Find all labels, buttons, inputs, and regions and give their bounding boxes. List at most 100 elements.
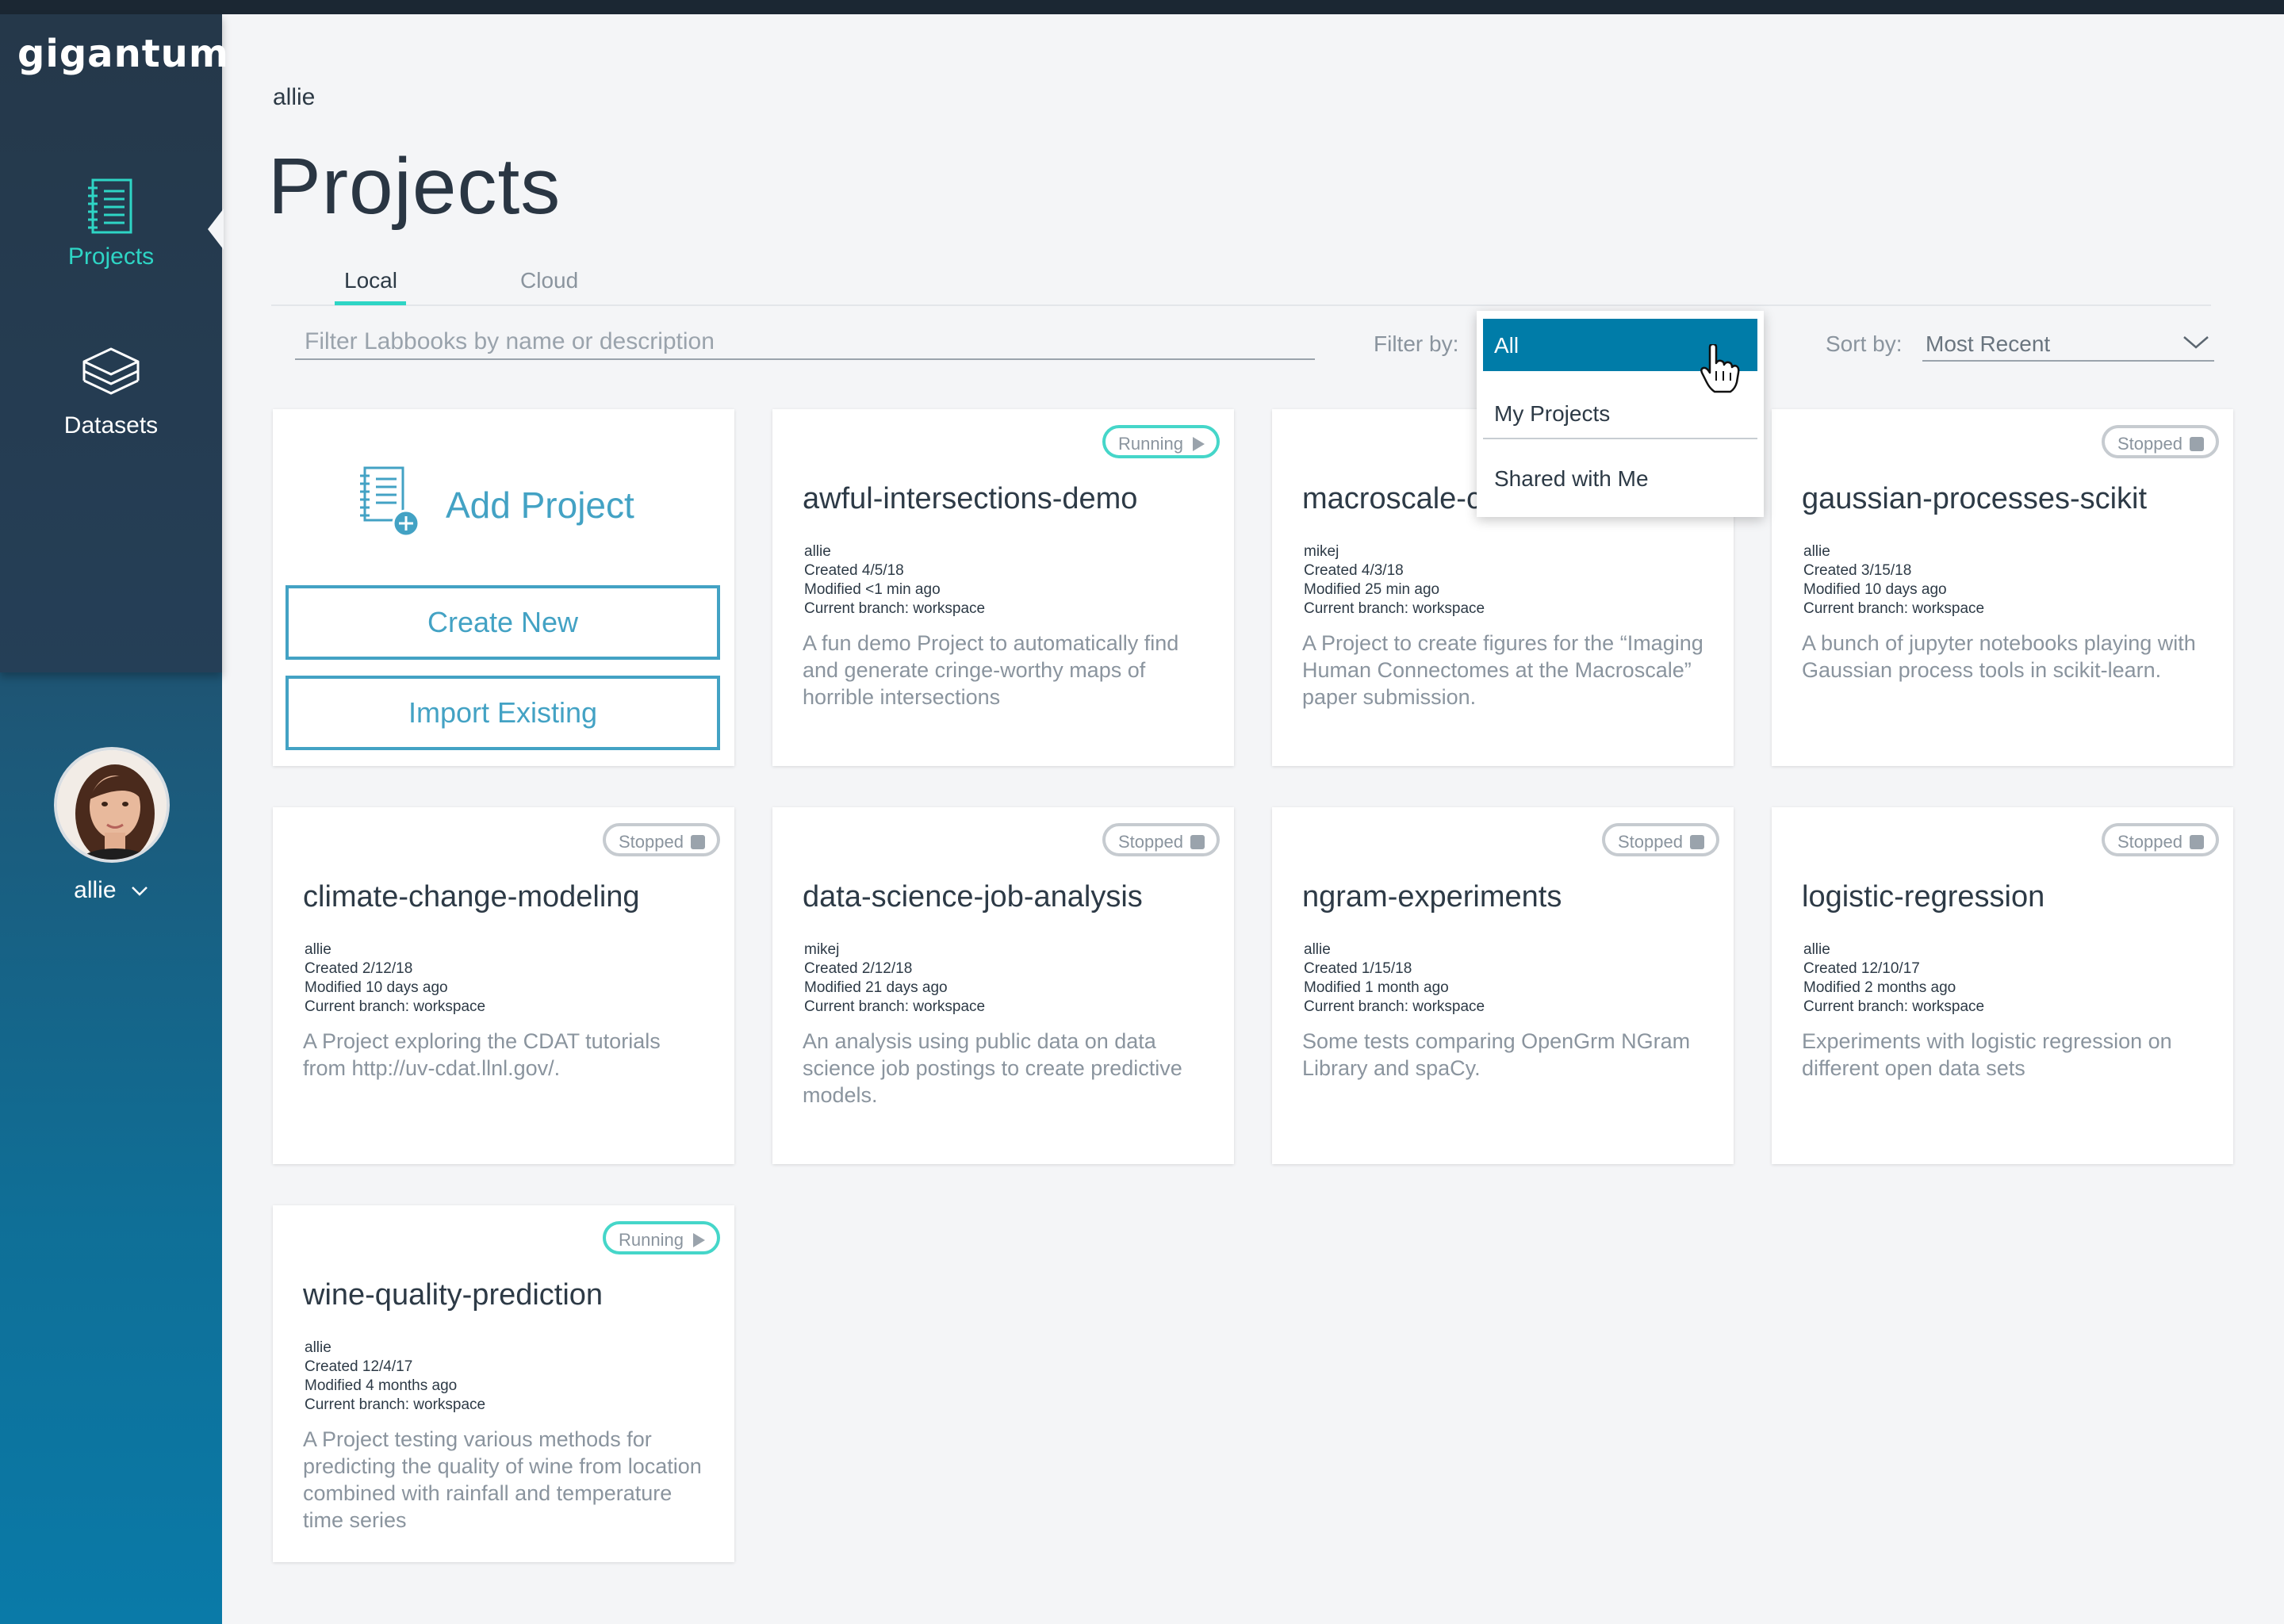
status-toggle[interactable]: Stopped [603,823,720,856]
sort-select[interactable]: Most Recent [1922,327,2214,362]
project-created: Created 4/5/18 [804,562,904,579]
project-created: Created 1/15/18 [1304,960,1412,977]
project-branch: Current branch: workspace [804,998,986,1015]
project-card[interactable]: Running awful-intersections-demo allie Crea… [772,409,1234,766]
status-toggle[interactable]: Stopped [2102,425,2219,458]
project-branch: Current branch: workspace [305,998,486,1015]
status-toggle[interactable]: Stopped [2102,823,2219,856]
page-title: Projects [268,142,561,231]
project-card[interactable]: Running wine-quality-prediction allie Creat… [273,1205,734,1562]
project-meta: mikej Created 2/12/18 Modified 21 days ago… [804,940,985,1017]
project-description: A bunch of jupyter notebooks playing wit… [1802,631,2196,682]
tab-local[interactable]: Local [344,268,397,293]
filter-option-my-projects[interactable]: My Projects [1483,387,1757,439]
project-created: Created 12/4/17 [305,1358,413,1375]
project-branch: Current branch: workspace [305,1396,486,1413]
breadcrumb-username: allie [273,84,316,110]
status-toggle[interactable]: Running [603,1221,720,1254]
project-title[interactable]: wine-quality-prediction [303,1278,603,1312]
project-owner: allie [1803,543,1830,560]
project-branch: Current branch: workspace [1304,998,1485,1015]
play-icon [1193,437,1205,451]
project-modified: Modified 21 days ago [804,979,948,996]
project-created: Created 3/15/18 [1803,562,1912,579]
tab-cloud[interactable]: Cloud [520,268,578,293]
chevron-down-icon [2183,336,2209,349]
project-owner: allie [305,941,331,958]
hand-pointer-cursor-icon [1700,344,1740,393]
project-card[interactable]: Stopped data-science-job-analysis mikej Cre… [772,807,1234,1164]
add-notebook-icon [360,466,420,538]
project-meta: allie Created 2/12/18 Modified 10 days ago… [305,940,485,1017]
status-label: Stopped [2117,832,2182,852]
project-title[interactable]: ngram-experiments [1302,880,1562,914]
user-avatar-image [57,750,167,860]
project-title[interactable]: logistic-regression [1802,880,2044,914]
status-toggle[interactable]: Running [1102,425,1220,458]
project-description: A fun demo Project to automatically find… [803,631,1179,709]
project-description: A Project to create figures for the “Ima… [1302,631,1703,709]
status-label: Stopped [1618,832,1683,852]
project-description: A Project exploring the CDAT tutorials f… [303,1029,661,1080]
status-label: Running [1118,434,1183,454]
chevron-down-icon [131,887,148,896]
project-branch: Current branch: workspace [804,600,986,617]
project-card[interactable]: Stopped logistic-regression allie Created 1… [1772,807,2233,1164]
project-title[interactable]: macroscale-c [1302,482,1481,516]
stop-icon [691,835,705,849]
project-modified: Modified 10 days ago [305,979,448,996]
project-description: Experiments with logistic regression on … [1802,1029,2172,1080]
status-label: Stopped [2117,434,2182,454]
status-toggle[interactable]: Stopped [1102,823,1220,856]
app-logo: gigantum [17,32,229,76]
project-owner: allie [1803,941,1830,958]
project-created: Created 4/3/18 [1304,562,1404,579]
filter-dropdown-menu: All My Projects Shared with Me [1477,311,1764,517]
project-title[interactable]: awful-intersections-demo [803,482,1137,516]
project-modified: Modified 25 min ago [1304,581,1440,598]
play-icon [693,1233,705,1247]
project-owner: allie [1304,941,1331,958]
project-modified: Modified 1 month ago [1304,979,1449,996]
status-toggle[interactable]: Stopped [1602,823,1719,856]
project-modified: Modified <1 min ago [804,581,941,598]
sort-value: Most Recent [1926,331,2051,356]
sidebar-item-label: Projects [67,243,155,270]
sort-label: Sort by: [1826,331,1903,356]
sidebar-item-projects[interactable]: Projects [0,177,222,270]
user-name: allie [74,877,117,903]
tab-bar: Local Cloud [271,262,2211,306]
project-title[interactable]: gaussian-processes-scikit [1802,482,2147,516]
project-meta: allie Created 1/15/18 Modified 1 month ago… [1304,940,1485,1017]
active-tab-indicator [335,301,406,305]
stop-icon [2190,835,2204,849]
filter-option-label: Shared with Me [1494,466,1649,491]
notebook-icon [88,178,132,234]
add-project-card: Add Project Create New Import Existing [273,409,734,766]
project-card[interactable]: Stopped gaussian-processes-scikit allie Cre… [1772,409,2233,766]
add-project-title: Add Project [446,485,634,526]
import-existing-button[interactable]: Import Existing [286,676,720,750]
filter-option-shared-with-me[interactable]: Shared with Me [1483,452,1757,504]
user-menu[interactable]: allie [0,877,222,904]
project-description: An analysis using public data on data sc… [803,1029,1182,1107]
project-owner: mikej [1304,543,1339,560]
project-modified: Modified 10 days ago [1803,581,1947,598]
window-top-bar [0,0,2284,14]
avatar[interactable] [54,747,170,863]
project-card[interactable]: Stopped climate-change-modeling allie Creat… [273,807,734,1164]
project-branch: Current branch: workspace [1803,600,1985,617]
project-title[interactable]: climate-change-modeling [303,880,640,914]
project-card[interactable]: Stopped ngram-experiments allie Created 1/1… [1272,807,1734,1164]
project-title[interactable]: data-science-job-analysis [803,880,1143,914]
project-meta: allie Created 4/5/18 Modified <1 min ago Cu… [804,542,985,619]
search-input[interactable] [295,325,1315,360]
filter-label: Filter by: [1374,331,1459,356]
project-branch: Current branch: workspace [1304,600,1485,617]
filter-option-label: My Projects [1494,401,1611,426]
project-description: Some tests comparing OpenGrm NGram Libra… [1302,1029,1691,1080]
create-new-button[interactable]: Create New [286,585,720,660]
filter-option-label: All [1494,333,1519,358]
project-meta: allie Created 12/4/17 Modified 4 months ag… [305,1339,485,1415]
sidebar-item-datasets[interactable]: Datasets [0,346,222,439]
